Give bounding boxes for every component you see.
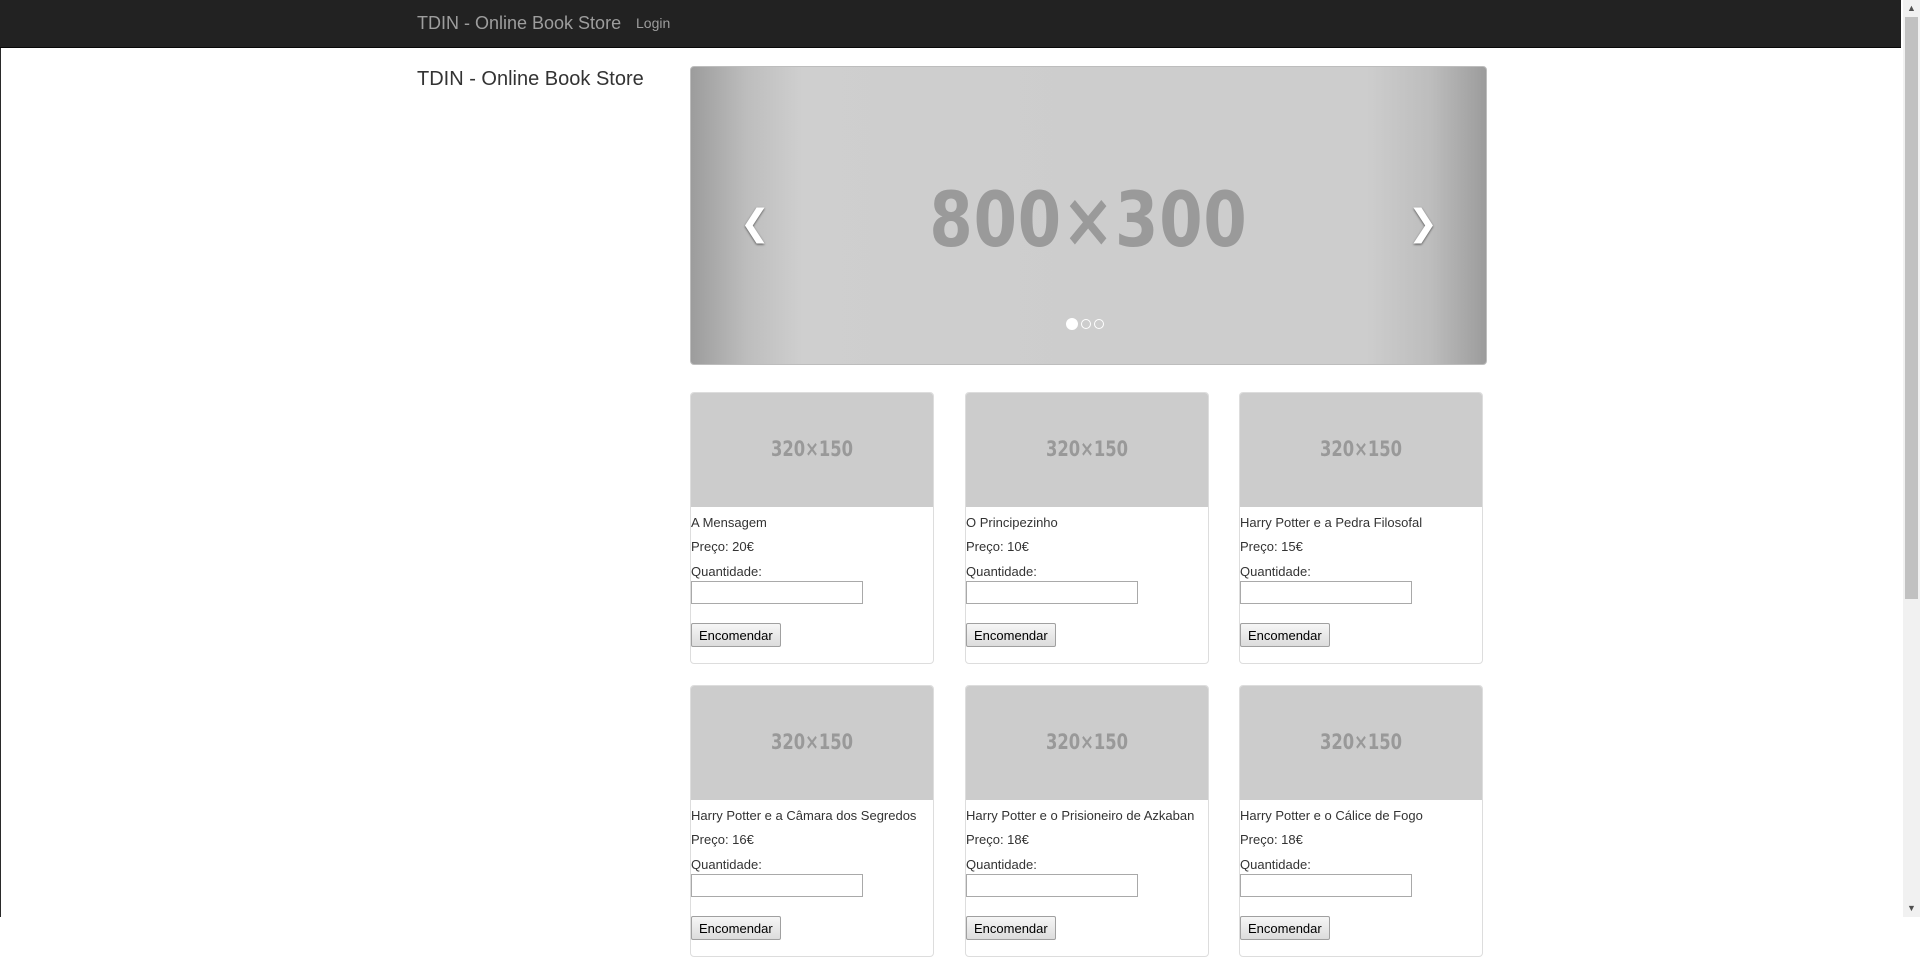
product-thumbnail: 320×150 bbox=[966, 686, 1208, 800]
product-thumbnail: 320×150 bbox=[1240, 393, 1482, 507]
chevron-right-icon[interactable]: ❯ bbox=[1403, 203, 1443, 243]
order-button[interactable]: Encomendar bbox=[1240, 916, 1330, 940]
thumbnail-placeholder-text: 320×150 bbox=[1319, 730, 1403, 754]
product-card: 320×150 Harry Potter e a Pedra Filosofal… bbox=[1239, 392, 1483, 664]
thumbnail-placeholder-text: 320×150 bbox=[770, 730, 854, 754]
vertical-scrollbar[interactable]: ▲ ▼ bbox=[1903, 0, 1920, 917]
product-title: Harry Potter e a Câmara dos Segredos bbox=[691, 808, 917, 823]
carousel-indicator-1[interactable] bbox=[1066, 318, 1078, 330]
order-button[interactable]: Encomendar bbox=[691, 623, 781, 647]
order-button[interactable]: Encomendar bbox=[966, 623, 1056, 647]
product-title: Harry Potter e a Pedra Filosofal bbox=[1240, 515, 1423, 530]
order-button[interactable]: Encomendar bbox=[691, 916, 781, 940]
product-price: Preço: 10€ bbox=[966, 539, 1029, 554]
carousel-indicator-2[interactable] bbox=[1081, 319, 1091, 329]
thumbnail-placeholder-text: 320×150 bbox=[1045, 437, 1129, 461]
quantity-input[interactable] bbox=[691, 874, 863, 897]
featured-carousel[interactable]: 800×300 ❮ ❯ bbox=[690, 66, 1487, 365]
scroll-down-icon[interactable]: ▼ bbox=[1903, 900, 1920, 917]
login-link[interactable]: Login bbox=[636, 15, 670, 31]
page-left-border bbox=[0, 48, 1, 917]
thumbnail-placeholder-text: 320×150 bbox=[1319, 437, 1403, 461]
thumbnail-placeholder-text: 320×150 bbox=[1045, 730, 1129, 754]
product-price: Preço: 16€ bbox=[691, 832, 754, 847]
product-card: 320×150 Harry Potter e o Prisioneiro de … bbox=[965, 685, 1209, 957]
product-card: 320×150 Harry Potter e a Câmara dos Segr… bbox=[690, 685, 934, 957]
product-thumbnail: 320×150 bbox=[966, 393, 1208, 507]
quantity-label: Quantidade: bbox=[691, 857, 762, 872]
product-thumbnail: 320×150 bbox=[691, 686, 933, 800]
product-title: O Principezinho bbox=[966, 515, 1058, 530]
scroll-up-icon[interactable]: ▲ bbox=[1903, 0, 1920, 17]
sidebar-title: TDIN - Online Book Store bbox=[417, 68, 644, 90]
quantity-input[interactable] bbox=[1240, 874, 1412, 897]
quantity-label: Quantidade: bbox=[1240, 564, 1311, 579]
product-title: A Mensagem bbox=[691, 515, 767, 530]
carousel-placeholder-text: 800×300 bbox=[929, 175, 1248, 264]
chevron-left-icon[interactable]: ❮ bbox=[735, 203, 775, 243]
product-price: Preço: 18€ bbox=[1240, 832, 1303, 847]
order-button[interactable]: Encomendar bbox=[966, 916, 1056, 940]
product-card: 320×150 O Principezinho Preço: 10€ Quant… bbox=[965, 392, 1209, 664]
product-card: 320×150 A Mensagem Preço: 20€ Quantidade… bbox=[690, 392, 934, 664]
order-button[interactable]: Encomendar bbox=[1240, 623, 1330, 647]
navbar-brand-link[interactable]: TDIN - Online Book Store bbox=[417, 13, 621, 34]
thumbnail-placeholder-text: 320×150 bbox=[770, 437, 854, 461]
product-thumbnail: 320×150 bbox=[1240, 686, 1482, 800]
product-price: Preço: 18€ bbox=[966, 832, 1029, 847]
quantity-input[interactable] bbox=[966, 581, 1138, 604]
scrollbar-thumb[interactable] bbox=[1905, 17, 1918, 599]
quantity-label: Quantidade: bbox=[691, 564, 762, 579]
carousel-indicators bbox=[1066, 318, 1104, 333]
quantity-label: Quantidade: bbox=[966, 564, 1037, 579]
quantity-input[interactable] bbox=[966, 874, 1138, 897]
quantity-label: Quantidade: bbox=[1240, 857, 1311, 872]
quantity-input[interactable] bbox=[691, 581, 863, 604]
quantity-label: Quantidade: bbox=[966, 857, 1037, 872]
product-price: Preço: 20€ bbox=[691, 539, 754, 554]
product-title: Harry Potter e o Prisioneiro de Azkaban bbox=[966, 808, 1195, 823]
product-price: Preço: 15€ bbox=[1240, 539, 1303, 554]
quantity-input[interactable] bbox=[1240, 581, 1412, 604]
carousel-indicator-3[interactable] bbox=[1094, 319, 1104, 329]
product-thumbnail: 320×150 bbox=[691, 393, 933, 507]
top-navbar: TDIN - Online Book Store Login bbox=[0, 0, 1901, 48]
product-card: 320×150 Harry Potter e o Cálice de Fogo … bbox=[1239, 685, 1483, 957]
product-title: Harry Potter e o Cálice de Fogo bbox=[1240, 808, 1423, 823]
